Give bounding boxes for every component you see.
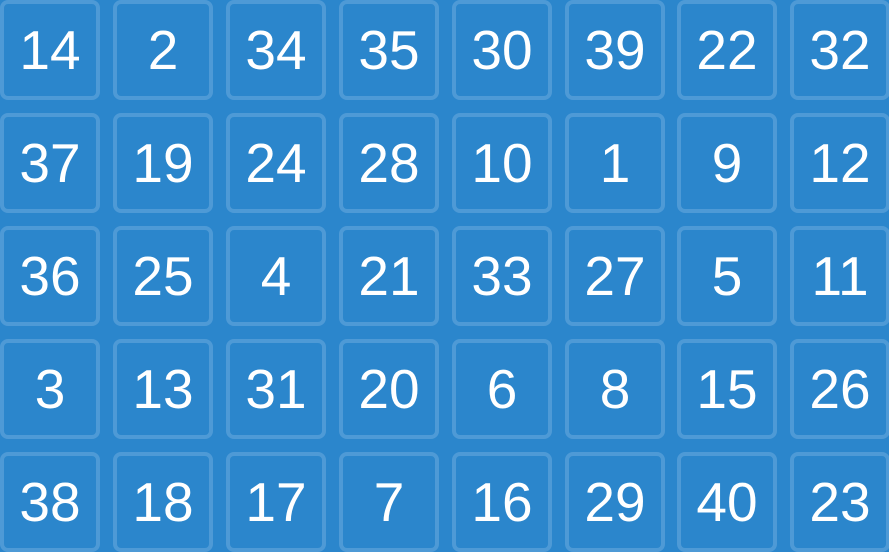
number-tile[interactable]: 6 — [452, 339, 552, 439]
number-tile[interactable]: 8 — [565, 339, 665, 439]
number-tile[interactable]: 37 — [0, 113, 100, 213]
number-tile[interactable]: 27 — [565, 226, 665, 326]
number-tile[interactable]: 34 — [226, 0, 326, 100]
number-tile[interactable]: 21 — [339, 226, 439, 326]
number-tile[interactable]: 20 — [339, 339, 439, 439]
number-tile[interactable]: 38 — [0, 452, 100, 552]
number-grid-board: 14 2 34 35 30 39 22 32 37 19 24 28 10 1 9 12 36 25 4 21 33 27… — [0, 0, 889, 552]
number-tile[interactable]: 29 — [565, 452, 665, 552]
number-tile[interactable]: 22 — [677, 0, 777, 100]
number-tile[interactable]: 5 — [677, 226, 777, 326]
number-tile[interactable]: 32 — [790, 0, 889, 100]
number-tile[interactable]: 2 — [113, 0, 213, 100]
number-tile[interactable]: 24 — [226, 113, 326, 213]
number-tile[interactable]: 26 — [790, 339, 889, 439]
number-tile[interactable]: 14 — [0, 0, 100, 100]
number-tile[interactable]: 13 — [113, 339, 213, 439]
number-tile[interactable]: 16 — [452, 452, 552, 552]
number-tile[interactable]: 40 — [677, 452, 777, 552]
number-tile[interactable]: 4 — [226, 226, 326, 326]
number-tile[interactable]: 10 — [452, 113, 552, 213]
number-tile[interactable]: 33 — [452, 226, 552, 326]
number-tile[interactable]: 7 — [339, 452, 439, 552]
number-tile[interactable]: 15 — [677, 339, 777, 439]
number-tile[interactable]: 12 — [790, 113, 889, 213]
number-tile[interactable]: 25 — [113, 226, 213, 326]
number-tile[interactable]: 19 — [113, 113, 213, 213]
number-tile[interactable]: 11 — [790, 226, 889, 326]
number-tile[interactable]: 36 — [0, 226, 100, 326]
number-tile[interactable]: 39 — [565, 0, 665, 100]
number-tile[interactable]: 23 — [790, 452, 889, 552]
number-tile[interactable]: 31 — [226, 339, 326, 439]
number-tile[interactable]: 30 — [452, 0, 552, 100]
number-tile[interactable]: 9 — [677, 113, 777, 213]
number-tile[interactable]: 1 — [565, 113, 665, 213]
number-tile[interactable]: 28 — [339, 113, 439, 213]
number-tile[interactable]: 3 — [0, 339, 100, 439]
number-tile[interactable]: 17 — [226, 452, 326, 552]
number-tile[interactable]: 18 — [113, 452, 213, 552]
number-tile[interactable]: 35 — [339, 0, 439, 100]
